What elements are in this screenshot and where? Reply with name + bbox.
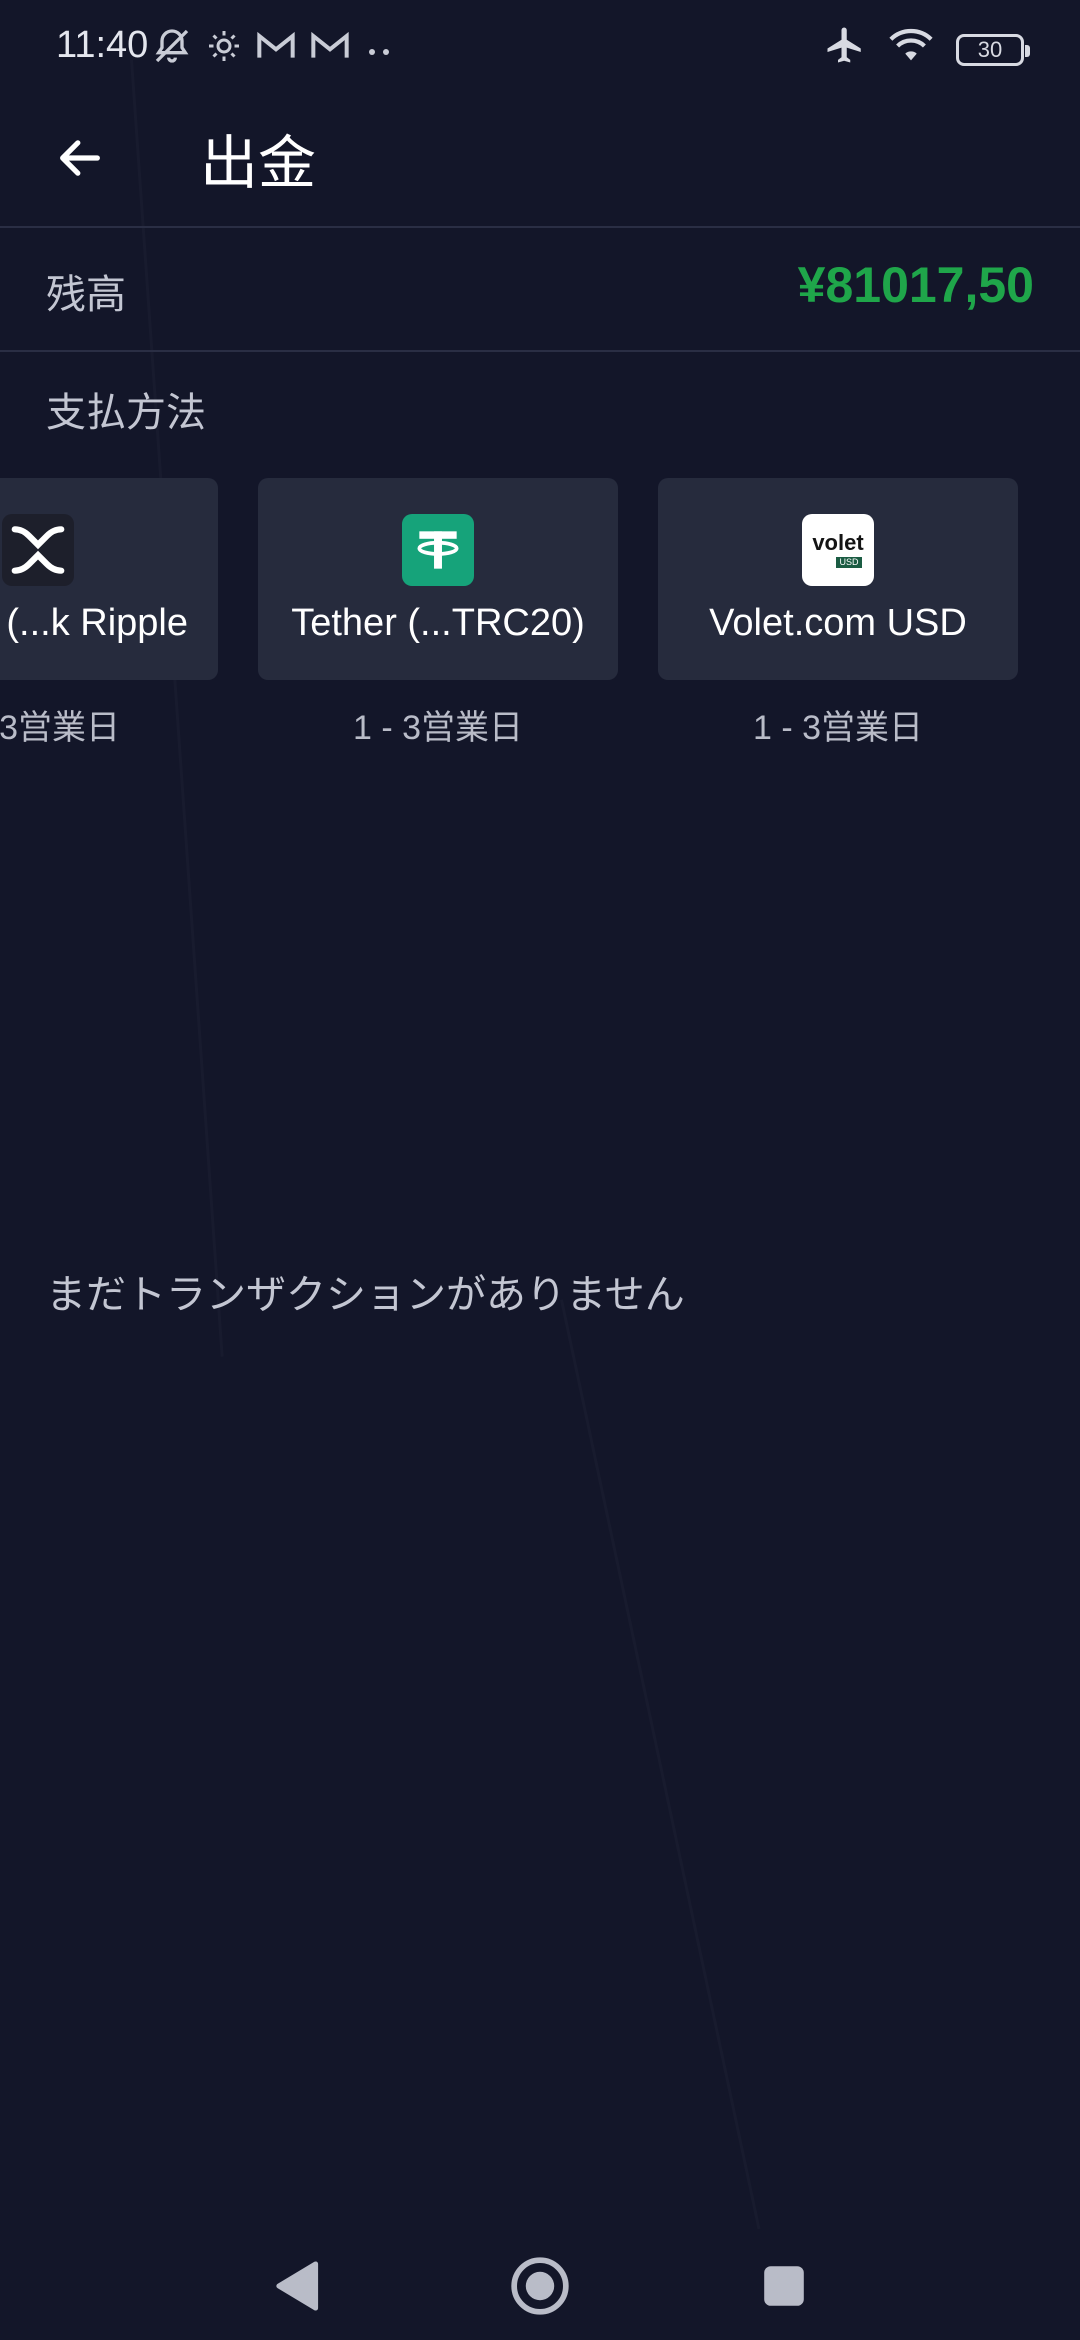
- payment-method-ripple[interactable]: (...k Ripple: [0, 478, 218, 680]
- system-navigation-bar: [0, 2220, 1080, 2340]
- balance-row: 残高 ¥81017,50: [0, 228, 1080, 350]
- nav-back-button[interactable]: [256, 2248, 336, 2328]
- withdrawal-screen: 11:40 30 出金 残高 ¥81017,50 支払方法 (...k Ripp…: [0, 0, 1080, 2340]
- wifi-icon: [888, 25, 934, 74]
- nav-recents-button[interactable]: [744, 2248, 824, 2328]
- payment-method-time: 1 - 3営業日: [752, 709, 924, 747]
- airplane-icon: [824, 24, 866, 75]
- status-bar: 11:40 30: [0, 0, 1080, 92]
- battery-level: 30: [977, 36, 1003, 62]
- status-right-icons: 30: [824, 24, 1030, 75]
- empty-transactions-message: まだトランザクションがありません: [46, 1272, 685, 1318]
- back-button[interactable]: [40, 120, 120, 200]
- payment-method-volet[interactable]: volet USD Volet.com USD: [658, 478, 1018, 680]
- ripple-xrp-icon: [2, 514, 74, 586]
- more-dots-icon: [364, 30, 394, 71]
- volet-logo-word: volet: [812, 530, 864, 555]
- balance-value: ¥81017,50: [797, 257, 1034, 313]
- payment-methods-carousel[interactable]: (...k Ripple 3営業日 Tether (...TRC20) 1 - …: [0, 478, 1080, 758]
- gmail-icon: [256, 30, 296, 71]
- home-circle-icon: [509, 2255, 571, 2321]
- payment-method-name: Volet.com USD: [709, 602, 967, 644]
- volet-logo-badge: USD: [836, 557, 862, 568]
- status-left-icons: [152, 26, 394, 75]
- arrow-left-icon: [54, 132, 106, 188]
- bell-off-icon: [152, 26, 192, 75]
- balance-divider: [0, 350, 1080, 352]
- payment-method-name: (...k Ripple: [6, 602, 188, 644]
- tether-icon: [402, 514, 474, 586]
- nav-home-button[interactable]: [500, 2248, 580, 2328]
- payment-method-time: 1 - 3営業日: [352, 709, 524, 747]
- recents-square-icon: [762, 2264, 806, 2312]
- payment-method-label: 支払方法: [46, 390, 206, 436]
- back-triangle-icon: [271, 2259, 321, 2317]
- background-streak: [560, 1299, 760, 2229]
- battery-icon: 30: [956, 33, 1030, 66]
- gmail-icon: [310, 30, 350, 71]
- payment-method-name: Tether (...TRC20): [291, 602, 585, 644]
- status-time: 11:40: [56, 24, 149, 66]
- volet-logo-icon: volet USD: [802, 514, 874, 586]
- page-title: 出金: [200, 129, 317, 197]
- brightness-icon: [206, 28, 242, 73]
- balance-label: 残高: [46, 272, 126, 318]
- app-header: 出金: [0, 92, 1080, 226]
- payment-method-time: 3営業日: [0, 709, 120, 747]
- payment-method-tether[interactable]: Tether (...TRC20): [258, 478, 618, 680]
